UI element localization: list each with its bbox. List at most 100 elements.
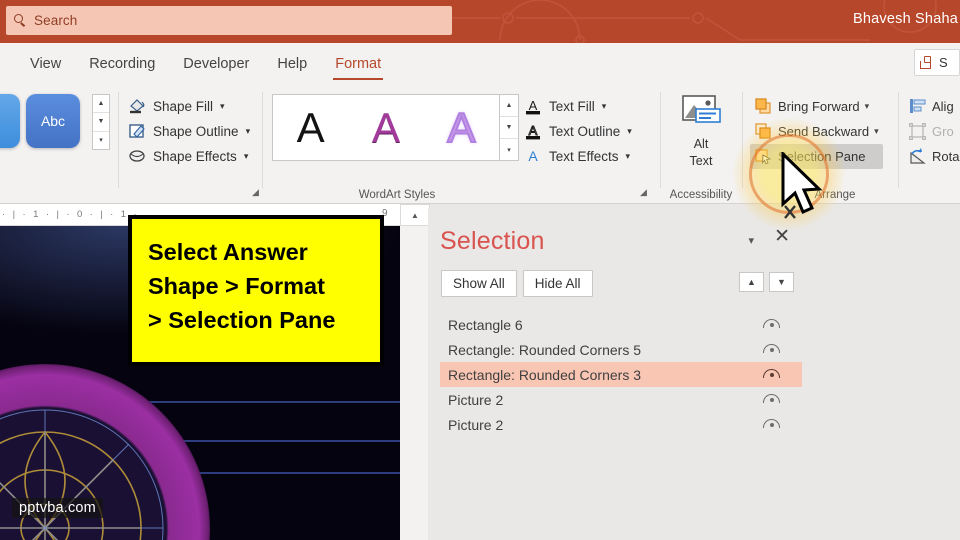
- callout-line-3: > Selection Pane: [148, 307, 336, 333]
- chevron-down-icon[interactable]: ▾: [220, 101, 225, 112]
- account-name[interactable]: Bhavesh Shaha: [853, 11, 958, 27]
- visibility-eye-icon[interactable]: [763, 369, 780, 380]
- bring-forward-icon: [754, 97, 773, 116]
- ribbon-group-text-commands: A Text Fill ▾ A Text Outline ▾ A Text Ef…: [524, 84, 659, 204]
- wordart-dialog-launcher[interactable]: ◢: [640, 187, 647, 198]
- svg-text:A: A: [528, 148, 538, 164]
- ruler-tick-labels: · | · 1 · | · 0 · | · 1 ·: [2, 209, 140, 220]
- text-effects-icon: A: [524, 147, 543, 166]
- tab-recording[interactable]: Recording: [75, 43, 169, 84]
- ribbon-group-shape-commands: Shape Fill ▾ Shape Outline ▾ Shape Effec…: [128, 84, 260, 204]
- tab-help[interactable]: Help: [263, 43, 321, 84]
- list-item[interactable]: Rectangle 6: [440, 312, 802, 337]
- list-item-label: Picture 2: [448, 416, 504, 433]
- text-outline-button[interactable]: A Text Outline ▾: [524, 119, 632, 144]
- shape-style-preview-2[interactable]: Abc: [26, 94, 80, 148]
- shape-styles-scroll-spinner[interactable]: ▲ ▼ ▾: [92, 94, 110, 150]
- wordart-scroll-up[interactable]: ▲: [500, 95, 518, 117]
- chevron-down-icon[interactable]: ▾: [874, 126, 879, 137]
- group-icon: [908, 122, 927, 141]
- move-down-button[interactable]: ▼: [769, 272, 794, 292]
- rotate-icon: [908, 147, 927, 166]
- shape-effects-label: Shape Effects: [153, 149, 237, 164]
- tab-format-label: Format: [335, 55, 382, 72]
- shape-outline-label: Shape Outline: [153, 124, 239, 139]
- share-button[interactable]: S: [914, 49, 960, 76]
- ribbon-group-accessibility: Alt Text Accessibility: [664, 84, 738, 204]
- callout-line-2: Shape > Format: [148, 273, 325, 299]
- list-item-selected[interactable]: Rectangle: Rounded Corners 3: [440, 362, 802, 387]
- text-outline-label: Text Outline: [549, 124, 621, 139]
- group-label: Gro: [932, 124, 954, 139]
- chevron-down-icon[interactable]: ▾: [602, 101, 607, 112]
- shape-styles-gallery[interactable]: Abc: [0, 94, 80, 148]
- shape-styles-dialog-launcher[interactable]: ◢: [252, 187, 259, 198]
- close-icon[interactable]: ✕: [774, 227, 790, 246]
- align-icon: [908, 97, 927, 116]
- alt-text-button[interactable]: Alt Text: [672, 94, 730, 169]
- list-item[interactable]: Rectangle: Rounded Corners 5: [440, 337, 802, 362]
- gallery-more[interactable]: ▾: [93, 132, 109, 149]
- ribbon-group-shape-styles: Abc ▲ ▼ ▾: [0, 84, 118, 204]
- shape-effects-button[interactable]: Shape Effects ▾: [128, 144, 250, 169]
- group-label-wordart: WordArt Styles: [358, 189, 436, 201]
- ribbon-tabs: View Recording Developer Help Format: [0, 43, 395, 84]
- tab-format[interactable]: Format: [321, 43, 395, 84]
- gallery-scroll-down[interactable]: ▼: [93, 113, 109, 132]
- wordart-more[interactable]: ▾: [500, 139, 518, 160]
- list-item[interactable]: Picture 2: [440, 412, 802, 437]
- rotate-button[interactable]: Rota: [904, 144, 960, 169]
- visibility-eye-icon[interactable]: [763, 394, 780, 405]
- chevron-down-icon[interactable]: ▾: [246, 126, 251, 137]
- group-separator-1: [118, 92, 119, 188]
- shape-effects-icon: [128, 147, 147, 166]
- text-fill-button[interactable]: A Text Fill ▾: [524, 94, 632, 119]
- bring-forward-label: Bring Forward: [778, 99, 860, 114]
- wordart-gallery-spinner[interactable]: ▲ ▼ ▾: [500, 94, 519, 161]
- mouse-cursor: [781, 152, 823, 219]
- svg-text:A: A: [529, 123, 538, 138]
- shape-fill-button[interactable]: Shape Fill ▾: [128, 94, 250, 119]
- chevron-down-icon[interactable]: ▾: [626, 151, 631, 162]
- move-up-button[interactable]: ▲: [739, 272, 764, 292]
- title-bar: Search Bhavesh Shaha: [0, 0, 960, 43]
- bring-forward-button[interactable]: Bring Forward ▾: [750, 94, 883, 119]
- group-separator-5: [898, 92, 899, 188]
- wordart-scroll-down[interactable]: ▼: [500, 117, 518, 139]
- wordart-sample-2[interactable]: A: [348, 106, 423, 149]
- visibility-eye-icon[interactable]: [763, 419, 780, 430]
- chevron-down-icon[interactable]: ▾: [244, 151, 249, 162]
- selection-pane-reorder: ▲ ▼: [739, 272, 794, 292]
- show-all-button[interactable]: Show All: [441, 270, 517, 297]
- alt-text-label-line1: Alt: [693, 137, 709, 151]
- visibility-eye-icon[interactable]: [763, 344, 780, 355]
- pane-options-caret-icon[interactable]: ▾: [748, 234, 754, 247]
- tab-view[interactable]: View: [16, 43, 75, 84]
- wordart-sample-1[interactable]: A: [273, 106, 348, 149]
- selection-pane-title: Selection: [440, 227, 545, 255]
- tab-overflow-left[interactable]: [0, 43, 16, 84]
- pen-outline-icon: [128, 122, 147, 141]
- rotate-label: Rota: [932, 149, 960, 164]
- chevron-down-icon[interactable]: ▾: [627, 126, 632, 137]
- callout-line-1: Select Answer: [148, 239, 308, 265]
- search-input[interactable]: Search: [6, 6, 452, 35]
- tab-developer[interactable]: Developer: [169, 43, 263, 84]
- align-button[interactable]: Alig: [904, 94, 960, 119]
- wordart-styles-gallery[interactable]: A A A: [272, 94, 500, 161]
- shape-style-preview-1[interactable]: [0, 94, 20, 148]
- hide-all-button[interactable]: Hide All: [522, 270, 593, 297]
- watermark: pptvba.com: [12, 498, 103, 518]
- shape-style-preview-label: Abc: [40, 113, 66, 129]
- text-effects-button[interactable]: A Text Effects ▾: [524, 144, 632, 169]
- scroll-up-button[interactable]: ▲: [400, 204, 430, 226]
- vertical-scrollbar[interactable]: [400, 204, 430, 540]
- wordart-sample-3[interactable]: A: [424, 105, 499, 149]
- list-item[interactable]: Picture 2: [440, 387, 802, 412]
- visibility-eye-icon[interactable]: [763, 319, 780, 330]
- gallery-scroll-up[interactable]: ▲: [93, 95, 109, 114]
- alt-text-image-icon: [680, 94, 722, 135]
- share-label: S: [939, 55, 948, 70]
- shape-outline-button[interactable]: Shape Outline ▾: [128, 119, 250, 144]
- chevron-down-icon[interactable]: ▾: [865, 101, 870, 112]
